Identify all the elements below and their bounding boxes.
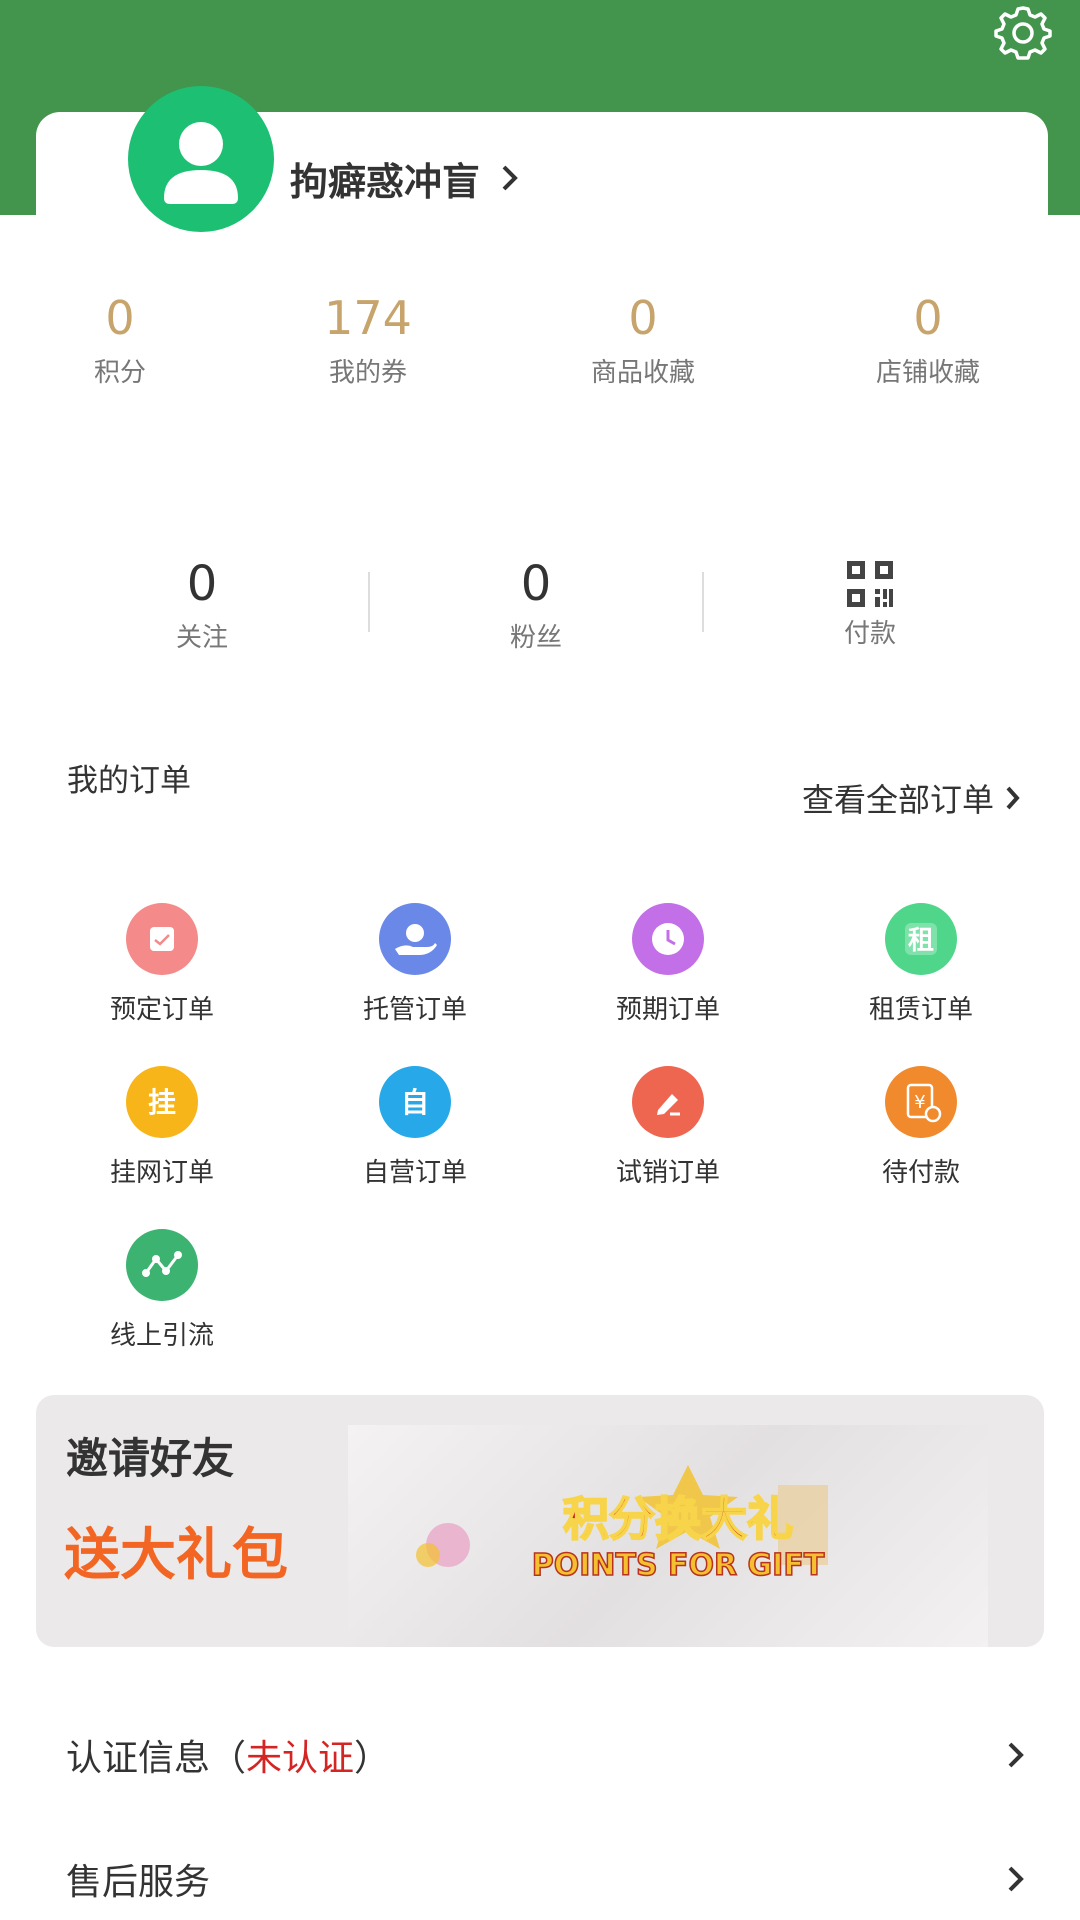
stat-label: 我的券: [328, 358, 407, 388]
fans-label: 粉丝: [509, 623, 562, 653]
orders-title: 我的订单: [67, 763, 191, 799]
stat-value: 0: [628, 291, 658, 345]
order-label: 试销订单: [615, 1158, 720, 1188]
pending-payment-icon: ¥: [885, 1066, 957, 1138]
points-for-gift-graphic: 积分换大礼 POINTS FOR GIFT: [348, 1425, 988, 1647]
banner-title: 邀请好友: [66, 1434, 235, 1483]
order-pending-payment[interactable]: ¥ 待付款: [821, 1066, 1021, 1189]
stat-coupons[interactable]: 174 我的券: [268, 290, 468, 389]
svg-text:积分换大礼: 积分换大礼: [563, 1492, 793, 1546]
pay-label: 付款: [843, 619, 896, 649]
view-all-orders-link[interactable]: 查看全部订单: [802, 775, 1022, 821]
order-expected[interactable]: 预期订单: [568, 903, 768, 1026]
svg-text:自: 自: [401, 1086, 429, 1119]
svg-text:¥: ¥: [914, 1092, 925, 1113]
follow-count: 0: [186, 556, 218, 612]
listing-order-icon: 挂: [126, 1066, 198, 1138]
order-custody[interactable]: 托管订单: [315, 903, 515, 1026]
lease-order-icon: 租: [885, 903, 957, 975]
order-label: 预定订单: [109, 995, 214, 1025]
order-online-traffic[interactable]: 线上引流: [62, 1229, 262, 1352]
order-listing[interactable]: 挂 挂网订单: [62, 1066, 262, 1189]
chevron-right-icon: [1008, 1866, 1024, 1892]
view-all-orders-label: 查看全部订单: [801, 781, 994, 819]
stat-value: 0: [913, 291, 943, 345]
stat-label: 积分: [93, 358, 146, 388]
verification-info-label: 认证信息（未认证）: [66, 1738, 391, 1779]
stat-points[interactable]: 0 积分: [20, 290, 220, 389]
svg-text:POINTS FOR GIFT: POINTS FOR GIFT: [532, 1548, 825, 1583]
order-label: 租赁订单: [868, 995, 973, 1025]
stat-store-favorites[interactable]: 0 店铺收藏: [828, 290, 1028, 389]
user-avatar-icon: [164, 122, 238, 204]
self-operated-order-icon: 自: [379, 1066, 451, 1138]
after-sales-service-row[interactable]: 售后服务: [66, 1844, 1026, 1914]
fans-stat[interactable]: 0 粉丝: [416, 555, 656, 654]
stat-value: 174: [324, 291, 412, 345]
order-reserve[interactable]: 预定订单: [62, 903, 262, 1026]
chevron-right-icon: [502, 165, 518, 191]
chevron-right-icon: [1008, 1742, 1024, 1768]
profile-link[interactable]: 拘癖惑冲盲: [290, 150, 520, 206]
stat-label: 店铺收藏: [875, 358, 980, 388]
chevron-right-icon: [1006, 786, 1020, 810]
order-label: 托管订单: [362, 995, 467, 1025]
invite-banner[interactable]: 邀请好友 送大礼包 积分换大礼 POINTS FOR GIFT: [36, 1395, 1044, 1647]
order-lease[interactable]: 租 租赁订单: [821, 903, 1021, 1026]
settings-button[interactable]: [994, 4, 1052, 62]
order-label: 自营订单: [362, 1158, 467, 1188]
reserve-order-icon: [126, 903, 198, 975]
social-row: 0 关注 0 粉丝 付款: [0, 555, 1080, 665]
avatar[interactable]: [128, 86, 274, 232]
banner-subtitle: 送大礼包: [64, 1523, 288, 1588]
order-trial-sale[interactable]: 试销订单: [568, 1066, 768, 1189]
divider: [368, 572, 370, 632]
stats-row: 0 积分 174 我的券 0 商品收藏 0 店铺收藏: [0, 290, 1080, 400]
svg-text:挂: 挂: [148, 1086, 176, 1119]
order-label: 线上引流: [109, 1321, 214, 1351]
follow-stat[interactable]: 0 关注: [82, 555, 322, 654]
order-self-operated[interactable]: 自 自营订单: [315, 1066, 515, 1189]
after-sales-service-label: 售后服务: [66, 1862, 211, 1903]
verification-info-row[interactable]: 认证信息（未认证）: [66, 1720, 1026, 1790]
qr-code-icon: [847, 561, 893, 607]
online-traffic-icon: [126, 1229, 198, 1301]
username: 拘癖惑冲盲: [290, 159, 481, 204]
trial-sale-order-icon: [632, 1066, 704, 1138]
stat-label: 商品收藏: [590, 358, 695, 388]
gear-icon: [994, 6, 1052, 60]
divider: [702, 572, 704, 632]
pay-button[interactable]: 付款: [750, 555, 990, 650]
follow-label: 关注: [175, 623, 228, 653]
custody-order-icon: [379, 903, 451, 975]
fans-count: 0: [520, 556, 552, 612]
order-label: 预期订单: [615, 995, 720, 1025]
order-label: 挂网订单: [109, 1158, 214, 1188]
stat-product-favorites[interactable]: 0 商品收藏: [543, 290, 743, 389]
stat-value: 0: [105, 291, 135, 345]
verification-status: 未认证: [246, 1738, 355, 1779]
order-label: 待付款: [881, 1158, 960, 1188]
svg-text:租: 租: [908, 926, 934, 956]
expected-order-icon: [632, 903, 704, 975]
